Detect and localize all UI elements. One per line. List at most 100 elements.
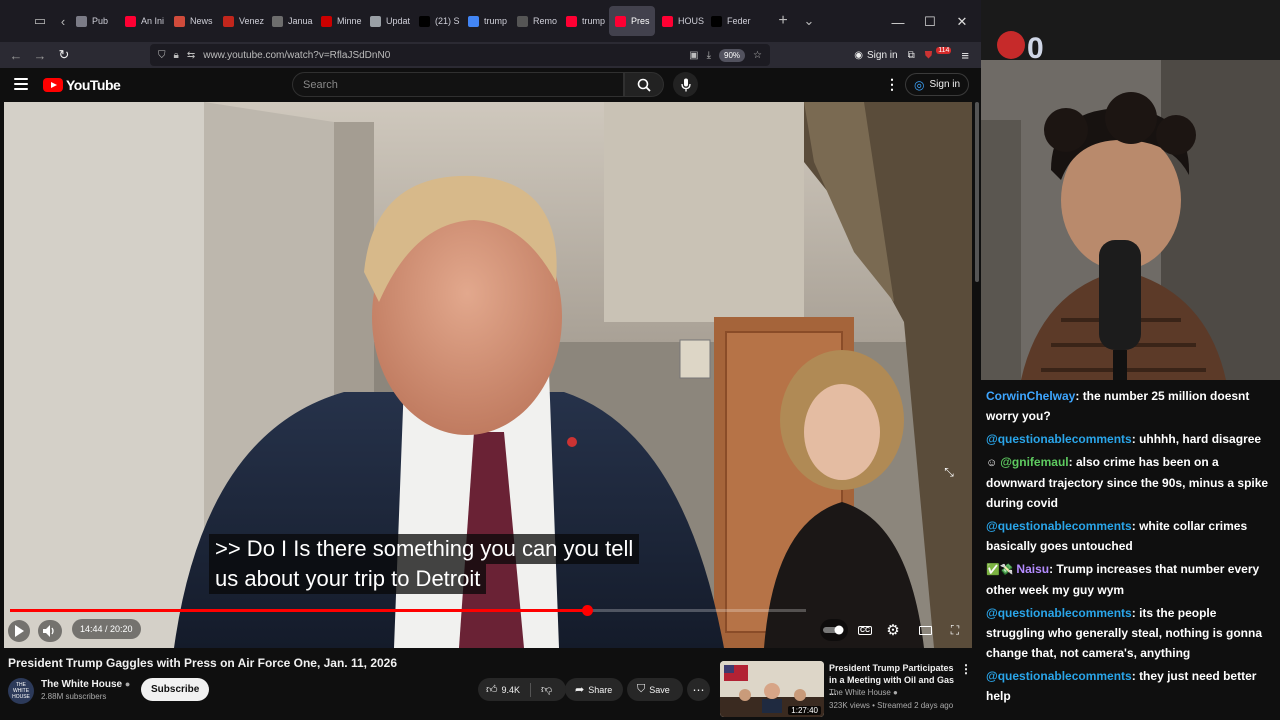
chat-message: @questionablecomments: its the people st…: [986, 603, 1276, 663]
dislike-button[interactable]: 👎︎: [541, 683, 552, 696]
tab-strip: Pub An Ini News Venez Janua Minne Updat (21) S t…: [70, 6, 770, 36]
browser-tab[interactable]: News: [168, 6, 216, 36]
recommended-verified-icon: ●: [893, 688, 898, 697]
tab-favicon-icon: [125, 15, 136, 27]
browser-tab[interactable]: Minne: [315, 6, 363, 36]
menu-icon[interactable]: ≡: [961, 48, 969, 63]
autoplay-toggle[interactable]: [820, 619, 848, 641]
browser-tab[interactable]: Venez: [217, 6, 265, 36]
page-scrollbar[interactable]: [975, 102, 979, 282]
forward-icon[interactable]: →: [28, 44, 52, 66]
channel-name[interactable]: The White House ●: [41, 679, 130, 690]
browser-tab[interactable]: (21) S: [413, 6, 461, 36]
url-text[interactable]: www.youtube.com/watch?v=RflaJSdDnN0: [203, 50, 681, 61]
video-player[interactable]: >> Do I Is there something you can you t…: [4, 102, 972, 648]
progress-bar[interactable]: [10, 605, 806, 616]
browser-tab[interactable]: Remo: [511, 6, 559, 36]
tab-favicon-icon: [468, 15, 479, 27]
browser-tab[interactable]: trump: [462, 6, 510, 36]
yt-search-input[interactable]: Search: [292, 72, 624, 97]
minimize-icon[interactable]: —: [884, 8, 912, 36]
recommended-more-icon[interactable]: ⋮: [960, 662, 972, 676]
caption-line-2: us about your trip to Detroit: [209, 564, 487, 594]
yt-settings-more-icon[interactable]: ⋮: [885, 76, 899, 93]
tab-list-icon[interactable]: ▭: [24, 8, 56, 34]
list-all-tabs-icon[interactable]: ⌄: [796, 8, 822, 34]
lock-icon[interactable]: 🔒︎: [174, 50, 179, 61]
like-button[interactable]: 👍︎ 9.4K: [486, 683, 520, 696]
thumbs-up-icon: 👍︎: [486, 684, 498, 696]
ublock-icon[interactable]: ⛊: [925, 50, 933, 61]
yt-signin-button[interactable]: ◎ Sign in: [905, 73, 970, 96]
browser-tab[interactable]: Feder: [705, 6, 753, 36]
maximize-icon[interactable]: ☐: [916, 8, 944, 36]
new-tab-icon[interactable]: +: [770, 8, 796, 34]
channel-avatar[interactable]: THE WHITE HOUSE: [8, 678, 34, 704]
nav-toolbar: ← → ↻ ⛉ 🔒︎ ⇆ www.youtube.com/watch?v=Rfl…: [0, 42, 981, 68]
chat-username[interactable]: @questionablecomments: [986, 669, 1132, 683]
chat-message: @questionablecomments: white collar crim…: [986, 516, 1276, 556]
voice-search-button[interactable]: [673, 72, 698, 97]
close-window-icon[interactable]: ✕: [948, 8, 976, 36]
browser-tab[interactable]: HOUS: [656, 6, 704, 36]
chat-username[interactable]: CorwinChelway: [986, 389, 1075, 403]
tab-label: Pub: [92, 16, 109, 26]
chat-username[interactable]: @questionablecomments: [986, 432, 1132, 446]
theater-mode-icon[interactable]: [916, 620, 934, 640]
subtitles-cc-icon[interactable]: CC: [856, 620, 874, 640]
search-icon: [637, 78, 651, 92]
browser-tab[interactable]: An Ini: [119, 6, 167, 36]
caption-line-1: >> Do I Is there something you can you t…: [209, 534, 640, 564]
share-button[interactable]: ➦ Share: [565, 678, 623, 701]
volume-button[interactable]: [38, 620, 62, 642]
extensions-icon[interactable]: ⧉: [908, 50, 915, 61]
youtube-logo-text: YouTube: [66, 77, 121, 93]
browser-tab[interactable]: Janua: [266, 6, 314, 36]
screen: ▭ ‹ Pub An Ini News Venez Janua Minne Updat (21…: [0, 0, 1280, 720]
tab-label: Minne: [337, 16, 362, 26]
recommended-thumbnail[interactable]: 1:27:40: [720, 661, 824, 717]
browser-tab[interactable]: Updat: [364, 6, 412, 36]
chat-username[interactable]: Naisu: [1016, 562, 1049, 576]
save-button[interactable]: ⛉ Save: [627, 678, 683, 701]
more-actions-icon[interactable]: ⋯: [687, 678, 710, 701]
subscribe-button[interactable]: Subscribe: [141, 678, 210, 701]
account-signin-button[interactable]: ◉ Sign in: [854, 50, 897, 61]
shield-icon[interactable]: ⛉: [158, 50, 166, 61]
recommended-channel: The White House ●: [829, 688, 898, 697]
time-display: 14:44 / 20:20: [72, 619, 141, 639]
settings-gear-icon[interactable]: ⚙: [884, 620, 902, 640]
channel-name-label: The White House: [41, 679, 123, 690]
play-button[interactable]: [8, 620, 30, 642]
tab-favicon-icon: [321, 15, 332, 27]
recommended-channel-label: The White House: [829, 688, 891, 697]
download-page-icon[interactable]: ⤓: [707, 50, 711, 61]
permissions-icon[interactable]: ⇆: [187, 50, 195, 61]
browser-tab[interactable]: Pres✕: [609, 6, 655, 36]
back-icon[interactable]: ←: [4, 44, 28, 66]
chat-username[interactable]: @gnifemaul: [1000, 455, 1068, 469]
chat-username[interactable]: @questionablecomments: [986, 606, 1132, 620]
tab-label: News: [190, 16, 213, 26]
reader-view-icon[interactable]: ▣: [689, 50, 698, 61]
streamer-webcam: 0: [981, 0, 1280, 380]
chat-message: @questionablecomments: uhhhh, hard disag…: [986, 429, 1276, 449]
bookmark-star-icon[interactable]: ☆: [753, 50, 762, 61]
browser-tab[interactable]: trump: [560, 6, 608, 36]
chat-username[interactable]: @questionablecomments: [986, 519, 1132, 533]
youtube-logo[interactable]: YouTube: [43, 77, 121, 93]
share-label: Share: [588, 684, 613, 695]
svg-text:0: 0: [1027, 32, 1044, 65]
zoom-level[interactable]: 90%: [719, 48, 746, 62]
webcam-image: 0: [981, 0, 1280, 380]
tab-label: Janua: [288, 16, 313, 26]
yt-menu-icon[interactable]: [14, 78, 28, 90]
tab-label: Remo: [533, 16, 558, 26]
scroll-tabs-left-icon[interactable]: ‹: [56, 8, 70, 34]
mini-player-icon[interactable]: ⤡: [940, 462, 958, 482]
fullscreen-icon[interactable]: ⛶: [946, 620, 964, 640]
yt-search-button[interactable]: [624, 72, 664, 97]
browser-tab[interactable]: Pub: [70, 6, 118, 36]
address-bar[interactable]: ⛉ 🔒︎ ⇆ www.youtube.com/watch?v=RflaJSdDn…: [150, 44, 770, 66]
reload-icon[interactable]: ↻: [52, 44, 76, 66]
